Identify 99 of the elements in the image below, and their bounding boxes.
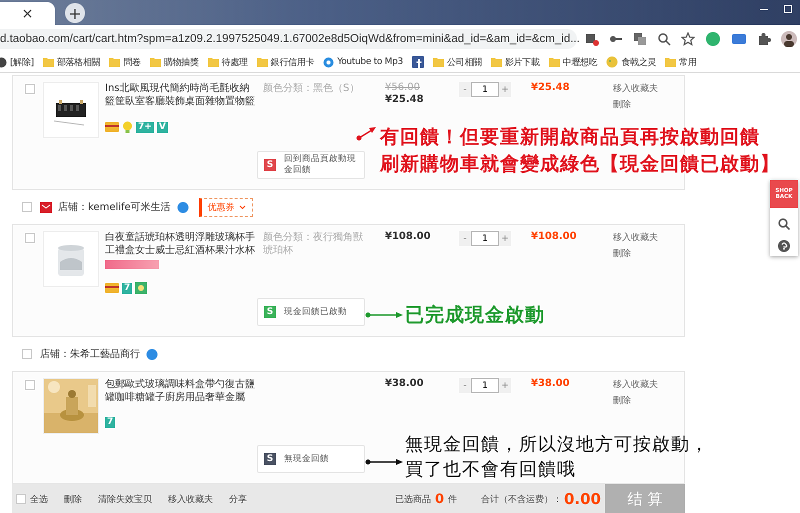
footer-link[interactable]: 分享 <box>229 492 247 506</box>
address-field[interactable]: d.taobao.com/cart/cart.htm?spm=a1z09.2.1997525049.1.67002e8d5OiqWd&from=mini&ad_id=&am_id=&cm_id... <box>0 28 577 48</box>
service-tag: 7+ <box>136 122 154 132</box>
folder-icon <box>665 57 676 67</box>
action-link[interactable]: 移入收藏夫 <box>613 378 658 391</box>
flower-icon <box>135 282 148 294</box>
original-price: ¥56.00 <box>385 82 421 94</box>
product-title[interactable]: 包郵歐式玻璃調味料盒帶勺復古鹽罐咖啡糖罐子廚房用品奢華金屬 <box>105 378 255 404</box>
folder-icon <box>208 57 219 67</box>
help-icon[interactable] <box>778 240 790 252</box>
folder-icon <box>548 57 560 67</box>
service-tag: 7 <box>105 417 116 428</box>
checkbox[interactable] <box>16 494 26 504</box>
cashback-button[interactable]: S 無現金回饋 <box>257 445 365 473</box>
service-tag: V <box>156 122 168 132</box>
checkbox[interactable] <box>22 349 32 359</box>
unit-price: ¥108.00 <box>385 231 432 243</box>
bookmark-item[interactable]: Youtube to Mp3 <box>323 56 403 68</box>
bulb-icon <box>122 121 133 133</box>
bookmark-item[interactable]: 部落格相關 <box>42 56 100 68</box>
avatar-icon[interactable] <box>781 30 797 46</box>
bookmark-item[interactable]: 待處理 <box>208 56 248 68</box>
item-total: ¥108.00 <box>531 231 578 242</box>
bookmark-item[interactable]: 公司相關 <box>432 56 482 68</box>
bookmark-item[interactable]: 中壢想吃 <box>548 56 598 68</box>
coupon-button[interactable]: 优惠券 <box>198 198 253 216</box>
cashback-button[interactable]: S 現金回饋已啟動 <box>257 298 365 326</box>
bookmark-item[interactable]: 常用 <box>665 56 697 68</box>
selected-count: 0 <box>434 492 444 506</box>
emoji-icon <box>606 56 618 68</box>
action-link[interactable]: 移入收藏夫 <box>613 82 658 95</box>
product-spec: 颜色分類：夜行獨角獸琥珀杯 <box>263 232 363 256</box>
arrow <box>356 124 378 142</box>
chat-icon[interactable] <box>176 201 189 213</box>
arrow <box>365 311 403 319</box>
item-total: ¥38.00 <box>531 378 571 389</box>
bookmark-item[interactable] <box>412 56 424 68</box>
bookmark-item[interactable]: 食戟之灵 <box>606 56 656 68</box>
action-link[interactable]: 移入收藏夫 <box>613 231 658 244</box>
card-icon <box>105 283 119 293</box>
quantity-field[interactable]: 1 <box>471 231 499 246</box>
browser-tab[interactable]: × <box>0 2 55 25</box>
checkbox[interactable] <box>25 380 35 390</box>
folder-icon <box>109 57 120 67</box>
shop-name[interactable]: 店铺：kemelife可米生活 <box>58 200 171 214</box>
bookmark-item[interactable]: [解除] <box>0 56 34 68</box>
select-all-label[interactable]: 全选 <box>30 492 48 506</box>
card-icon <box>105 122 119 132</box>
product-title[interactable]: 白夜童話琥珀杯透明浮雕玻璃杯手工禮盒女士威士忌紅酒杯果汁水杯 <box>105 231 255 257</box>
action-link[interactable]: 刪除 <box>613 247 658 260</box>
footer-link[interactable]: 清除失效宝贝 <box>98 492 152 506</box>
extension-icon[interactable] <box>705 30 721 46</box>
zoom-icon[interactable] <box>657 32 671 46</box>
action-link[interactable]: 刪除 <box>613 394 658 407</box>
unit-price: ¥25.48 <box>385 94 425 106</box>
annotation-text: 無現金回饋，所以沒地方可按啟動， 買了也不會有回饋哦 <box>405 433 709 482</box>
chat-icon[interactable] <box>146 348 158 360</box>
total-label: 合计（不含运费）： <box>480 494 562 506</box>
close-icon[interactable]: × <box>22 6 34 22</box>
total-amount: 0.00 <box>564 490 601 508</box>
blocked-icon[interactable] <box>585 32 599 46</box>
translate-icon[interactable] <box>633 32 647 46</box>
service-tag: 7 <box>122 282 132 294</box>
unit-label: 件 <box>448 494 457 506</box>
quantity-field[interactable]: 1 <box>471 82 499 97</box>
bookmark-item[interactable]: 銀行信用卡 <box>256 56 314 68</box>
folder-icon <box>432 57 444 67</box>
bookmark-item[interactable]: 影片下載 <box>490 56 540 68</box>
folder-icon <box>42 57 54 67</box>
bookmark-item[interactable]: 問卷 <box>109 56 141 68</box>
quantity-field[interactable]: 1 <box>471 378 499 393</box>
footer-link[interactable]: 移入收藏夫 <box>168 492 213 506</box>
annotation-text: 已完成現金啟動 <box>405 303 545 328</box>
caret-icon <box>238 204 246 210</box>
shop-name[interactable]: 店铺：朱希工藝品商行 <box>40 347 140 361</box>
unit-price: ¥38.00 <box>385 378 425 390</box>
product-spec: 颜色分類：黑色（S） <box>263 83 360 94</box>
folder-icon <box>150 57 161 67</box>
star-icon[interactable] <box>681 32 695 46</box>
arrow <box>365 458 403 466</box>
action-link[interactable]: 刪除 <box>613 98 658 111</box>
product-title[interactable]: Ins北歐風現代簡約時尚毛氈收納籃筐臥室客廳裝飾桌面雜物置物籃 <box>105 82 255 108</box>
bookmark-item[interactable]: 購物抽獎 <box>150 56 199 68</box>
checkbox[interactable] <box>22 202 32 212</box>
folder-icon <box>490 57 502 67</box>
item-total: ¥25.48 <box>531 82 571 93</box>
facebook-icon <box>412 56 424 68</box>
folder-icon <box>256 57 268 67</box>
checkbox[interactable] <box>25 233 35 243</box>
new-tab-button[interactable]: + <box>65 3 85 23</box>
puzzle-icon[interactable] <box>757 32 771 46</box>
footer-link[interactable]: 刪除 <box>64 492 82 506</box>
checkbox[interactable] <box>25 84 35 94</box>
extension-icon[interactable] <box>731 32 747 46</box>
cashback-button[interactable]: S 回到商品頁啟動現金回饋 <box>257 151 365 179</box>
annotation-text: 有回饋！但要重新開啟商品頁再按啟動回饋 刷新購物車就會變成綠色【現金回饋已啟動】 <box>380 125 780 177</box>
selected-label: 已选商品 <box>394 494 431 506</box>
site-icon <box>323 56 334 68</box>
search-icon[interactable] <box>778 218 790 230</box>
